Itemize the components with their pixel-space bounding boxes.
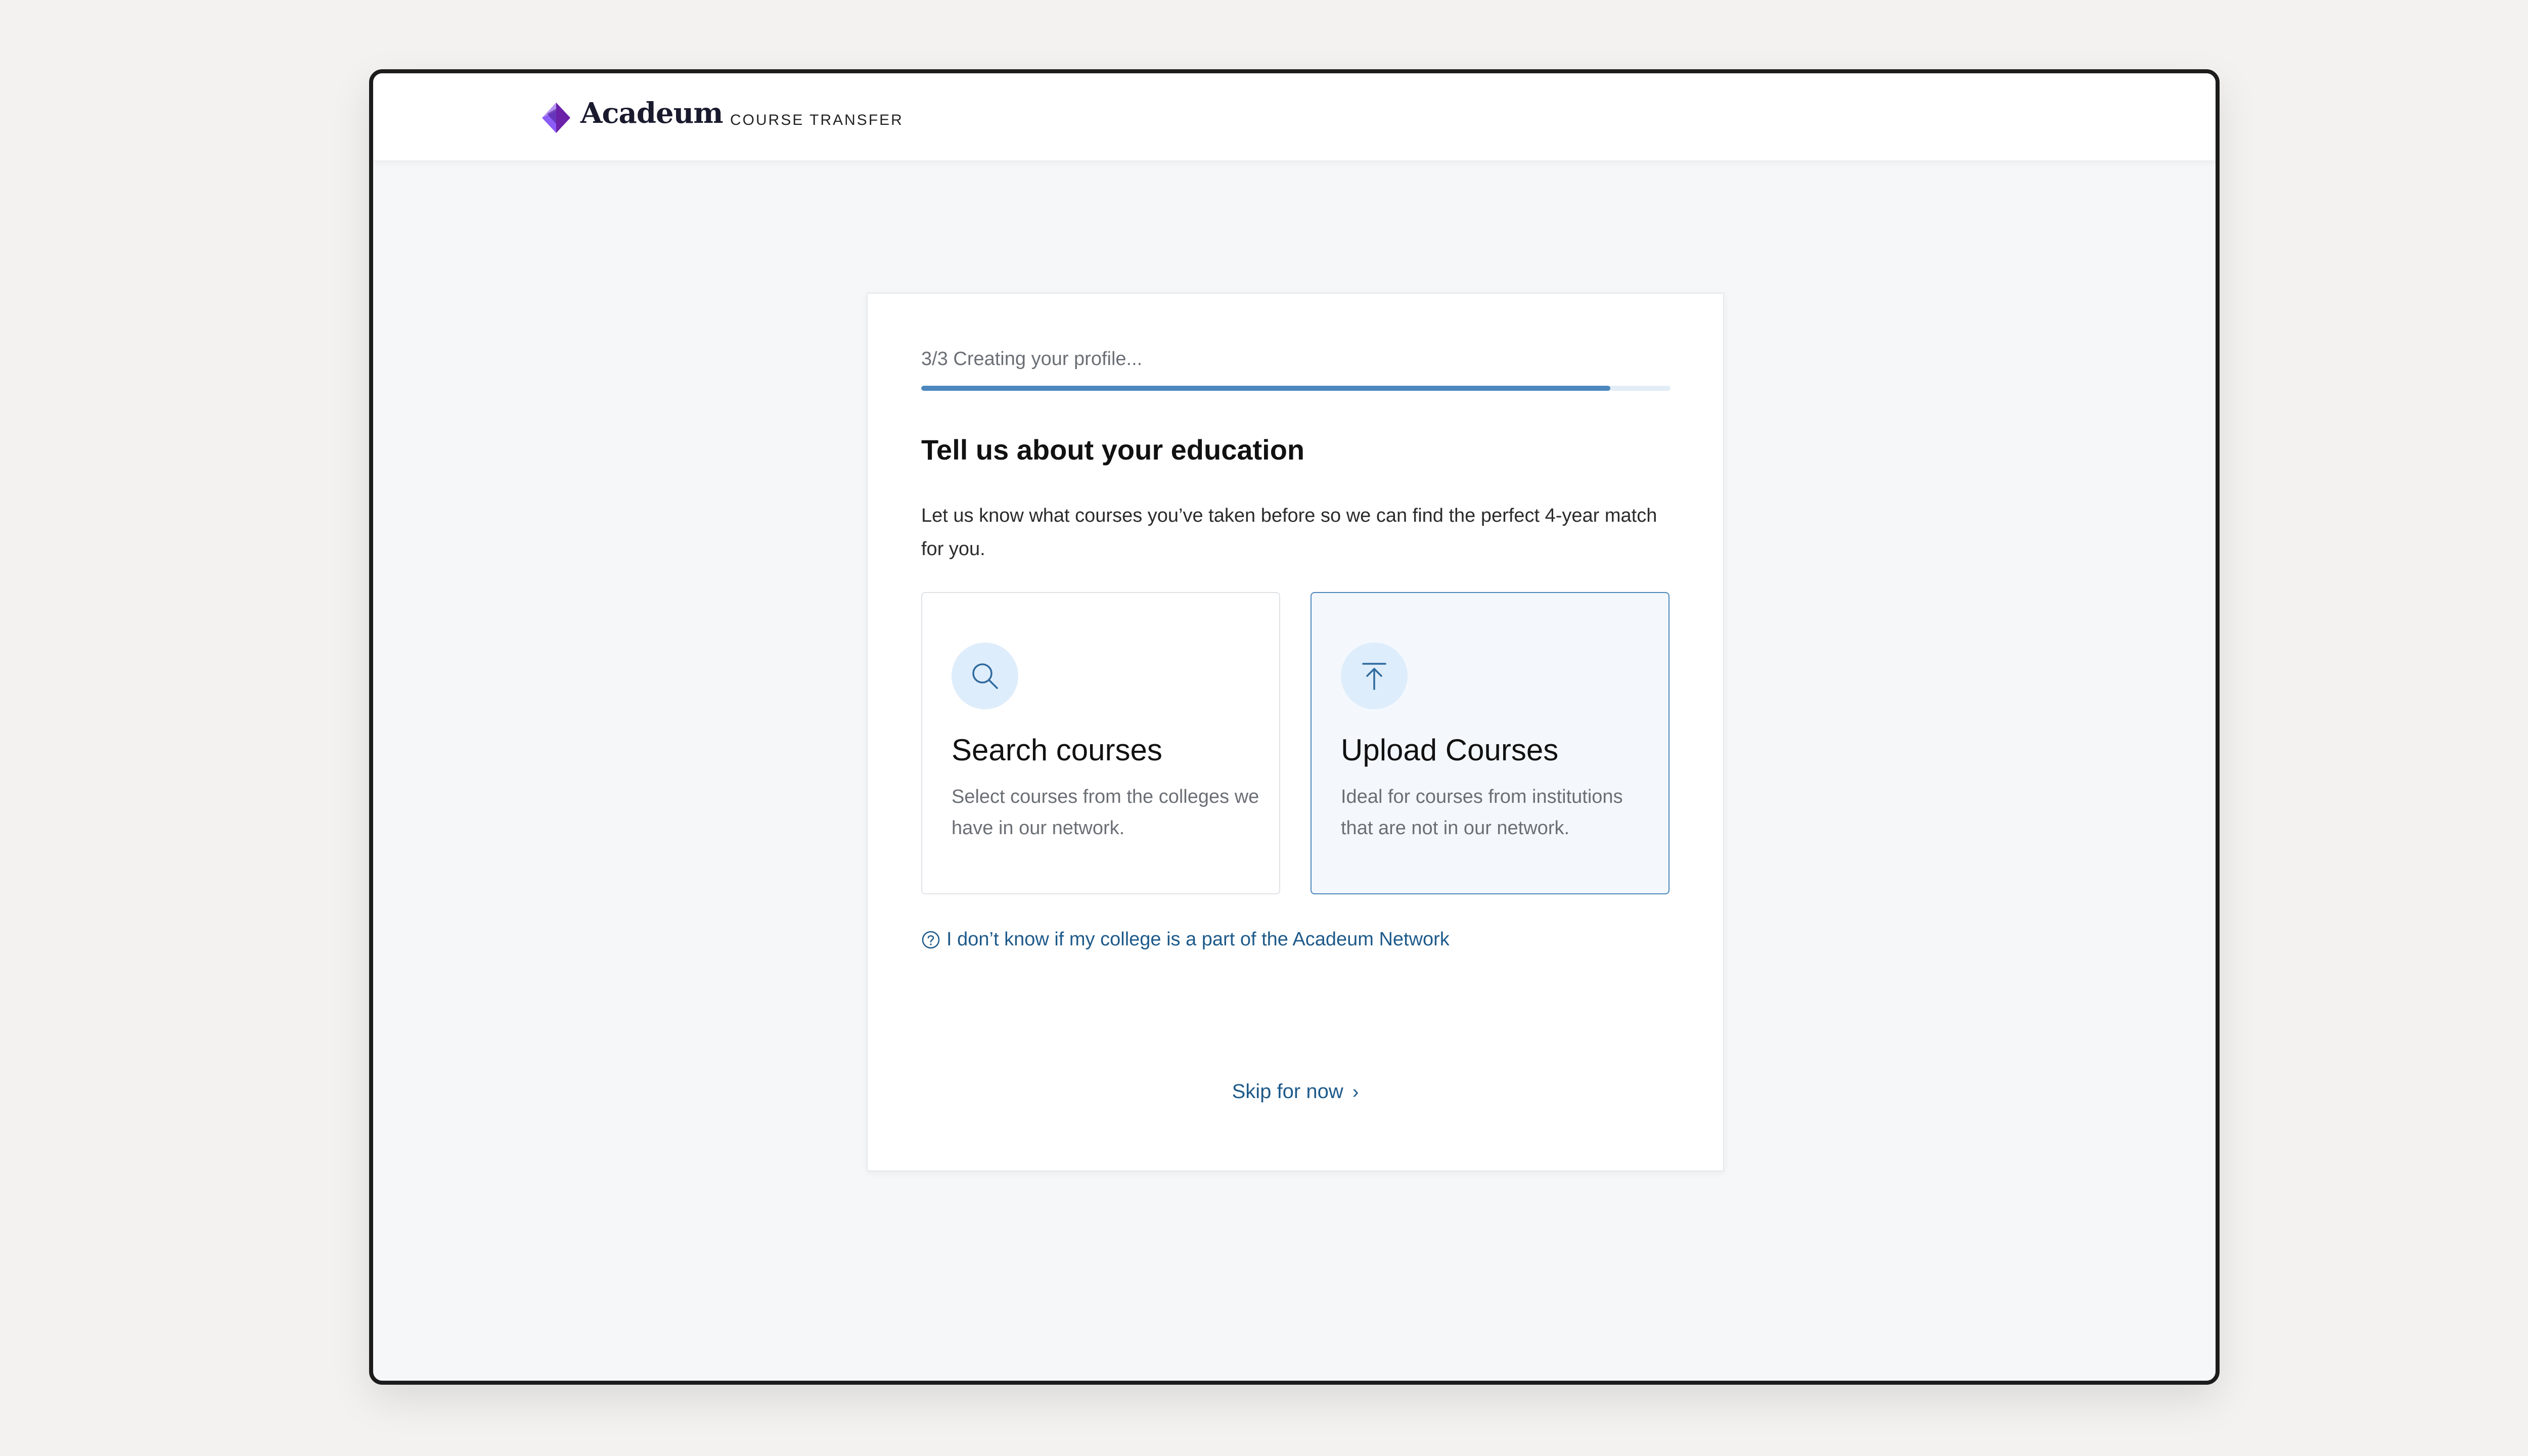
progress-label: 3/3 Creating your profile...: [921, 348, 1143, 370]
top-bar: Acadeum COURSE TRANSFER: [373, 73, 2216, 161]
upload-courses-title: Upload Courses: [1341, 733, 1559, 767]
acadeum-logo-icon: [542, 103, 570, 133]
upload-courses-description: Ideal for courses from institutions that…: [1341, 786, 1623, 839]
page-title: Tell us about your education: [921, 434, 1305, 466]
progress-bar: [921, 386, 1671, 391]
search-icon: [972, 663, 998, 689]
brand-subtitle: COURSE TRANSFER: [730, 112, 904, 128]
chevron-right-icon: ›: [1352, 1081, 1359, 1103]
brand-name: Acadeum: [580, 97, 724, 130]
search-courses-option[interactable]: Search courses Select courses from the c…: [921, 592, 1280, 894]
question-circle-icon: [922, 931, 940, 948]
search-courses-title: Search courses: [952, 733, 1162, 767]
upload-icon: [1362, 663, 1386, 690]
intro-text: Let us know what courses you’ve taken be…: [921, 505, 1657, 560]
college-network-help-link[interactable]: I don’t know if my college is a part of …: [921, 929, 1450, 950]
skip-for-now-link[interactable]: Skip for now ›: [868, 1080, 1723, 1103]
search-icon-circle: [952, 643, 1018, 709]
search-courses-description: Select courses from the colleges we have…: [952, 786, 1259, 839]
browser-frame: Acadeum COURSE TRANSFER 3/3 Creating you…: [369, 69, 2220, 1385]
skip-for-now-label: Skip for now: [1232, 1080, 1343, 1103]
college-network-help-label: I don’t know if my college is a part of …: [946, 929, 1450, 950]
upload-icon-circle: [1341, 643, 1408, 709]
upload-courses-option[interactable]: Upload Courses Ideal for courses from in…: [1311, 592, 1669, 894]
progress-bar-fill: [921, 386, 1611, 391]
profile-step-card: 3/3 Creating your profile... Tell us abo…: [867, 293, 1724, 1171]
